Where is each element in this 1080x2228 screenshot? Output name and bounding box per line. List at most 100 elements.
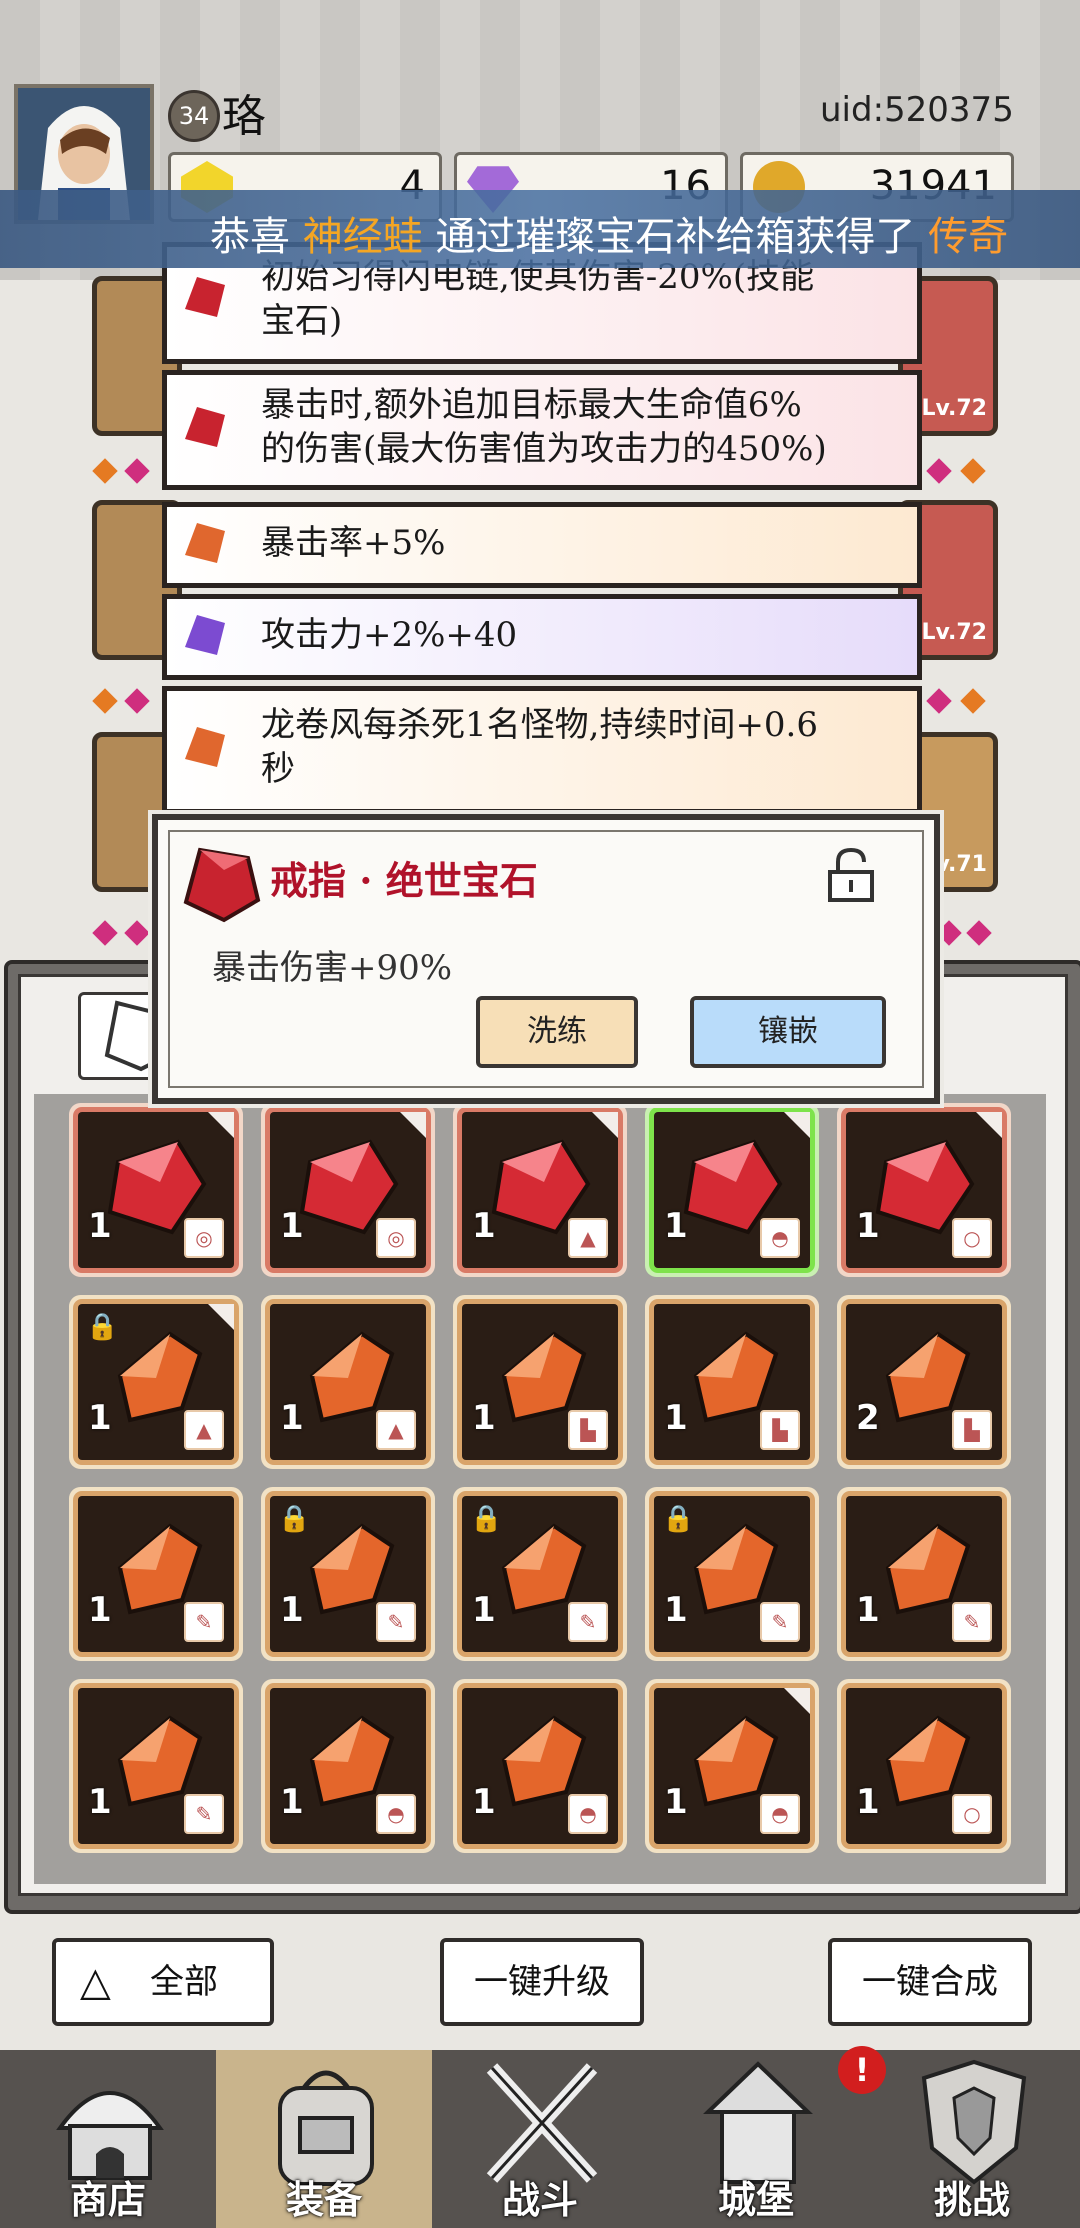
- weapon-slot-icon: ✎: [952, 1602, 992, 1642]
- gem-slot[interactable]: 1 ▲: [270, 1304, 426, 1460]
- necklace-slot-icon: ○: [952, 1794, 992, 1834]
- stat-text: 秒: [261, 749, 295, 789]
- gem-slot[interactable]: 1 ▙: [462, 1304, 618, 1460]
- gem-count: 1: [472, 1590, 496, 1630]
- diamond-marker-icon: [124, 458, 150, 484]
- gem-count: 1: [664, 1590, 688, 1630]
- new-corner-marker: [208, 1304, 234, 1330]
- nav-label: 战斗: [501, 2177, 578, 2222]
- diamond-marker-icon: [124, 920, 150, 946]
- ring-slot-icon: ◎: [184, 1218, 224, 1258]
- gem-slot[interactable]: 1 ✎: [846, 1496, 1002, 1652]
- stat-text: 暴击时,额外追加目标最大生命值6%: [261, 385, 802, 425]
- gem-slot[interactable]: 🔒 1 ✎: [462, 1496, 618, 1652]
- helmet-slot-icon: ◓: [568, 1794, 608, 1834]
- gem-count: 1: [88, 1590, 112, 1630]
- new-corner-marker: [976, 1112, 1002, 1138]
- gem-slot[interactable]: 1 ▲: [462, 1112, 618, 1268]
- purple-gem-icon: [185, 615, 225, 655]
- gem-count: 1: [472, 1782, 496, 1822]
- nav-battle[interactable]: 战斗: [432, 2050, 648, 2228]
- gem-slot[interactable]: 1 ▙: [654, 1304, 810, 1460]
- gem-slot[interactable]: 1 ◎: [78, 1112, 234, 1268]
- merge-all-button[interactable]: 一键合成: [828, 1938, 1032, 2026]
- weapon-slot-icon: ✎: [760, 1602, 800, 1642]
- diamond-marker-icon: [92, 688, 118, 714]
- nav-label: 挑战: [933, 2177, 1010, 2222]
- gem-slot[interactable]: 1 ◎: [270, 1112, 426, 1268]
- announcement-banner: 恭喜 神经蛙 通过璀璨宝石补给箱获得了 传奇: [0, 190, 1080, 268]
- nav-challenge[interactable]: 挑战: [864, 2050, 1080, 2228]
- gem-count: 1: [856, 1206, 880, 1246]
- gem-slot[interactable]: 1 ○: [846, 1688, 1002, 1844]
- red-gem-icon: [183, 847, 261, 923]
- armor-slot-icon: ▲: [184, 1410, 224, 1450]
- helmet-slot-icon: ◓: [760, 1794, 800, 1834]
- lock-icon: 🔒: [86, 1312, 119, 1342]
- gem-slot[interactable]: 1 ◓: [654, 1112, 810, 1268]
- gem-count: 1: [88, 1782, 112, 1822]
- gem-count: 1: [88, 1206, 112, 1246]
- slot-level: Lv.72: [921, 396, 987, 421]
- gem-count: 1: [664, 1206, 688, 1246]
- diamond-marker-icon: [966, 920, 992, 946]
- upgrade-all-button[interactable]: 一键升级: [440, 1938, 644, 2026]
- orange-gem-icon: [185, 727, 225, 767]
- lock-icon: 🔒: [470, 1504, 503, 1534]
- stat-line-4: 攻击力+2%+40: [162, 594, 922, 680]
- weapon-slot-icon: ✎: [184, 1602, 224, 1642]
- lock-icon: 🔒: [278, 1504, 311, 1534]
- gem-slot[interactable]: 1 ◓: [270, 1688, 426, 1844]
- armor-slot-icon: ▲: [568, 1218, 608, 1258]
- diamond-marker-icon: [124, 688, 150, 714]
- gem-slot[interactable]: 1 ◓: [654, 1688, 810, 1844]
- gem-slot[interactable]: 🔒 1 ▲: [78, 1304, 234, 1460]
- gem-slot[interactable]: 1 ◓: [462, 1688, 618, 1844]
- ring-slot-icon: ◎: [376, 1218, 416, 1258]
- boots-slot-icon: ▙: [760, 1410, 800, 1450]
- stat-text: 攻击力+2%+40: [261, 615, 518, 655]
- weapon-slot-icon: ✎: [568, 1602, 608, 1642]
- gem-slot[interactable]: 🔒 1 ✎: [270, 1496, 426, 1652]
- boots-slot-icon: ▙: [952, 1410, 992, 1450]
- new-corner-marker: [592, 1112, 618, 1138]
- diamond-marker-icon: [926, 458, 952, 484]
- gem-detail-popup: 戒指 · 绝世宝石 暴击伤害+90% 洗练 镶嵌: [152, 814, 940, 1104]
- player-uid: uid:520375: [820, 90, 1014, 130]
- diamond-marker-icon: [92, 458, 118, 484]
- stat-line-3: 暴击率+5%: [162, 502, 922, 588]
- nav-label: 装备: [285, 2177, 362, 2222]
- stat-text: 暴击率+5%: [261, 523, 446, 563]
- gem-count: 2: [856, 1398, 880, 1438]
- gem-slot[interactable]: 1 ✎: [78, 1496, 234, 1652]
- gem-slot[interactable]: 2 ▙: [846, 1304, 1002, 1460]
- weapon-slot-icon: ✎: [376, 1602, 416, 1642]
- gem-count: 1: [280, 1398, 304, 1438]
- new-corner-marker: [208, 1112, 234, 1138]
- red-gem-icon: [185, 407, 225, 447]
- filter-label: 全部: [150, 1962, 218, 2002]
- nav-castle[interactable]: 城堡: [648, 2050, 864, 2228]
- diamond-marker-icon: [936, 920, 962, 946]
- diamond-marker-icon: [960, 688, 986, 714]
- nav-shop[interactable]: 商店: [0, 2050, 216, 2228]
- gem-count: 1: [280, 1590, 304, 1630]
- gem-slot[interactable]: 🔒 1 ✎: [654, 1496, 810, 1652]
- filter-all-button[interactable]: △ 全部: [52, 1938, 274, 2026]
- gem-slot[interactable]: 1 ○: [846, 1112, 1002, 1268]
- diamond-marker-icon: [926, 688, 952, 714]
- unlock-icon[interactable]: [822, 846, 880, 904]
- gem-count: 1: [664, 1782, 688, 1822]
- stat-text: 龙卷风每杀死1名怪物,持续时间+0.6: [261, 705, 818, 745]
- stat-line-5: 龙卷风每杀死1名怪物,持续时间+0.6 秒: [162, 686, 922, 814]
- inlay-button[interactable]: 镶嵌: [690, 996, 886, 1068]
- new-corner-marker: [784, 1112, 810, 1138]
- nav-label: 商店: [69, 2177, 146, 2222]
- gem-count: 1: [88, 1398, 112, 1438]
- nav-equipment[interactable]: 装备: [216, 2050, 432, 2228]
- player-level-badge: 34: [168, 90, 220, 142]
- gem-slot[interactable]: 1 ✎: [78, 1688, 234, 1844]
- armor-slot-icon: ▲: [376, 1410, 416, 1450]
- gem-count: 1: [856, 1782, 880, 1822]
- reroll-button[interactable]: 洗练: [476, 996, 638, 1068]
